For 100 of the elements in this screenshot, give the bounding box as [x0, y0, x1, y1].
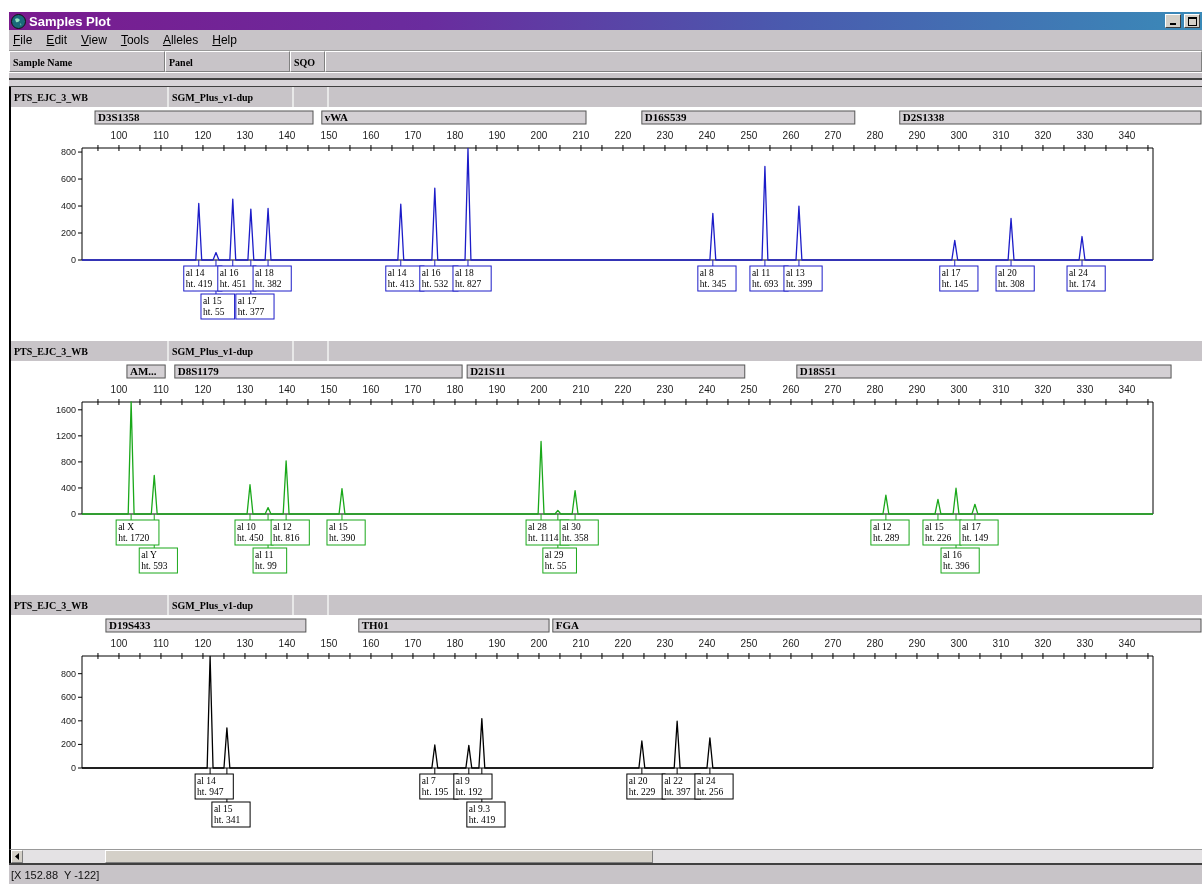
allele-label: al 9 ht. 192: [453, 773, 493, 800]
tick-label: 260: [782, 638, 800, 649]
allele-label: al 15 ht. 390: [326, 519, 366, 546]
allele-label: al 16 ht. 396: [940, 547, 980, 574]
tick-label: 210: [572, 384, 590, 395]
tick-label: 140: [278, 130, 296, 141]
tick-label: 400: [60, 482, 76, 493]
tick-label: 330: [1076, 384, 1094, 395]
tick-label: 310: [992, 384, 1010, 395]
tick-label: 240: [698, 638, 716, 649]
tick-label: 290: [908, 130, 926, 141]
tick-label: 1600: [55, 404, 76, 415]
leader-line: [974, 513, 976, 521]
locus-bar: D16S539: [641, 110, 856, 125]
tick-label: 330: [1076, 638, 1094, 649]
column-header[interactable]: Panel: [165, 51, 290, 72]
tick-label: 270: [824, 638, 842, 649]
tick-label: 0: [71, 255, 76, 265]
allele-label: al 29 ht. 55: [542, 547, 577, 574]
globe-icon: [11, 13, 26, 29]
tick-label: 340: [1118, 130, 1136, 141]
tick-label: 190: [488, 384, 506, 395]
panel-name: SGM_Plus_v1-dup: [169, 595, 294, 615]
locus-bar: D3S1358: [94, 110, 314, 125]
leader-line: [885, 513, 887, 521]
scroll-left-button[interactable]: [11, 850, 23, 863]
tick-label: 180: [446, 130, 464, 141]
tick-label: 120: [194, 638, 212, 649]
allele-label: al Y ht. 593: [138, 547, 178, 574]
tick-label: 340: [1118, 638, 1136, 649]
tick-label: 200: [60, 739, 76, 750]
allele-label: al 20 ht. 308: [995, 265, 1035, 292]
locus-bar: AM...: [126, 364, 166, 379]
locus-bar: D21S11: [466, 364, 746, 379]
tick-label: 130: [236, 384, 254, 395]
tick-label: 290: [908, 384, 926, 395]
tick-label: 170: [404, 130, 422, 141]
tick-label: 100: [110, 638, 128, 649]
leader-line: [285, 513, 287, 521]
leader-line: [267, 259, 269, 267]
menu-item[interactable]: View: [81, 33, 107, 47]
allele-label: al 8 ht. 345: [697, 265, 737, 292]
tick-label: 160: [362, 638, 380, 649]
tick-label: 240: [698, 130, 716, 141]
tick-label: 250: [740, 638, 758, 649]
tick-label: 280: [866, 638, 884, 649]
allele-label: al 17 ht. 145: [939, 265, 979, 292]
allele-label: al 13 ht. 399: [783, 265, 823, 292]
sample-name: PTS_EJC_3_WB: [11, 341, 169, 361]
tick-label: 170: [404, 638, 422, 649]
tick-label: 170: [404, 384, 422, 395]
allele-label: al 24 ht. 174: [1066, 265, 1106, 292]
left-arrow-icon: [15, 853, 19, 860]
minimize-button[interactable]: [1165, 14, 1181, 28]
tick-label: 140: [278, 384, 296, 395]
leader-line: [937, 513, 939, 521]
tick-label: 280: [866, 384, 884, 395]
leader-line: [540, 513, 542, 521]
tick-label: 300: [950, 638, 968, 649]
tick-label: 230: [656, 384, 674, 395]
column-header[interactable]: Sample Name: [9, 51, 165, 72]
allele-label: al 24 ht. 256: [694, 773, 734, 800]
tick-label: 200: [530, 638, 548, 649]
tick-label: 160: [362, 130, 380, 141]
tick-label: 280: [866, 130, 884, 141]
allele-label: al 18 ht. 382: [252, 265, 292, 292]
tick-label: 310: [992, 638, 1010, 649]
menu-item[interactable]: Edit: [46, 33, 68, 47]
tick-label: 0: [71, 763, 76, 773]
tick-label: 300: [950, 384, 968, 395]
tick-label: 800: [60, 668, 76, 679]
maximize-button[interactable]: [1184, 14, 1200, 28]
tick-label: 240: [698, 384, 716, 395]
leader-line: [1010, 259, 1012, 267]
sample-name: PTS_EJC_3_WB: [11, 87, 169, 107]
menu-item[interactable]: File: [13, 33, 33, 47]
tick-label: 210: [572, 130, 590, 141]
locus-bar: FGA: [552, 618, 1202, 633]
locus-bar: TH01: [358, 618, 550, 633]
tick-label: 320: [1034, 384, 1052, 395]
tick-label: 190: [488, 638, 506, 649]
menu-item[interactable]: Tools: [120, 33, 149, 47]
tick-label: 150: [320, 384, 338, 395]
tick-label: 220: [614, 130, 632, 141]
allele-label: al 9.3 ht. 419: [466, 801, 506, 828]
tick-label: 110: [153, 384, 169, 395]
allele-label: al 15 ht. 55: [200, 293, 236, 320]
tick-label: 330: [1076, 130, 1094, 141]
menu-item[interactable]: Alleles: [162, 33, 199, 47]
tick-label: 600: [60, 692, 76, 703]
tick-label: 200: [530, 130, 548, 141]
tick-label: 600: [60, 174, 76, 185]
tick-label: 130: [236, 638, 254, 649]
menu-item[interactable]: Help: [212, 33, 237, 47]
tick-label: 230: [656, 130, 674, 141]
locus-bar: D19S433: [105, 618, 307, 633]
allele-label: al 18 ht. 827: [452, 265, 492, 292]
tick-label: 220: [614, 384, 632, 395]
tick-label: 250: [740, 130, 758, 141]
column-header[interactable]: SQO: [290, 51, 325, 72]
